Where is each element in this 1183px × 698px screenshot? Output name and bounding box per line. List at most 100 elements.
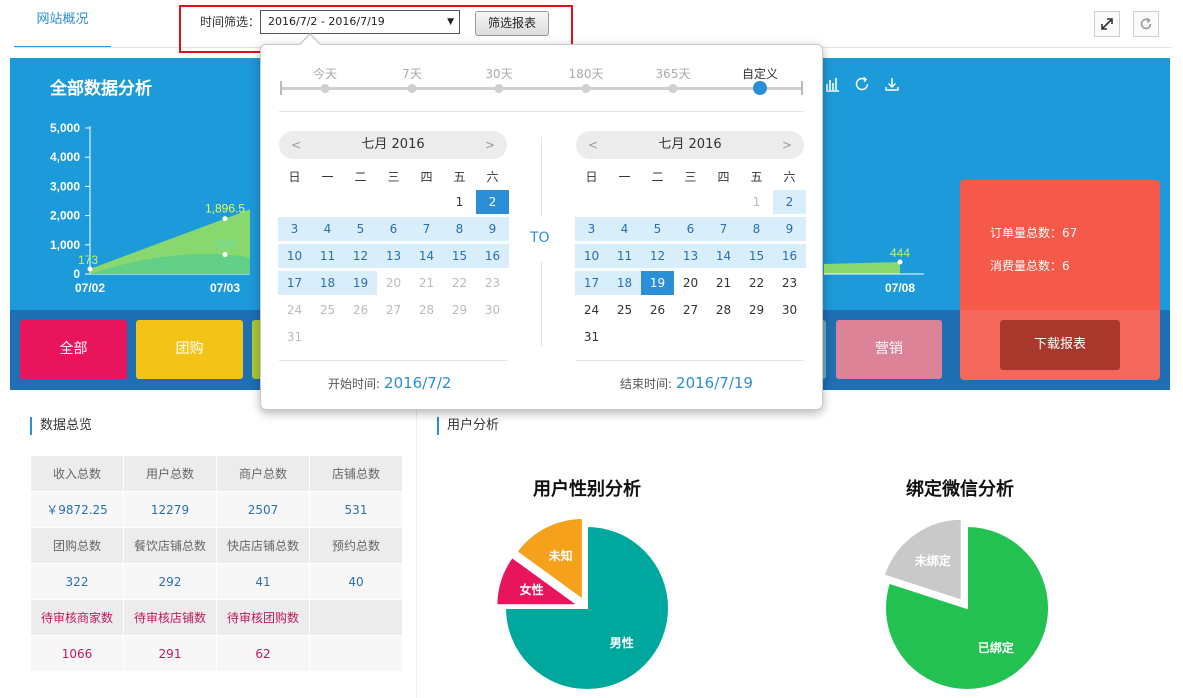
- refresh-page-button[interactable]: [1133, 11, 1159, 37]
- dashboard-page: 网站概况 时间筛选： 2016/7/2 - 2016/7/19 ▼ 筛选报表 全…: [0, 0, 1183, 698]
- calendar-day[interactable]: 20: [377, 271, 410, 295]
- calendar-day[interactable]: 5: [641, 217, 674, 241]
- range-slider-stop[interactable]: [320, 84, 330, 93]
- calendar-day[interactable]: 2: [476, 190, 509, 214]
- calendar-day[interactable]: 4: [608, 217, 641, 241]
- calendar-day[interactable]: 31: [575, 325, 608, 349]
- calendar-day[interactable]: 7: [410, 217, 443, 241]
- time-filter-label: 时间筛选：: [200, 15, 261, 29]
- start-next-month-button[interactable]: >: [485, 131, 495, 159]
- range-slider-handle[interactable]: [753, 81, 767, 95]
- calendar-day[interactable]: 15: [443, 244, 476, 268]
- calendar-day[interactable]: 25: [311, 298, 344, 322]
- bar-chart-icon[interactable]: [824, 76, 840, 92]
- download-icon[interactable]: [884, 76, 900, 92]
- calendar-day[interactable]: 28: [707, 298, 740, 322]
- calendar-day[interactable]: 2: [773, 190, 806, 214]
- tab-website-overview[interactable]: 网站概况: [14, 0, 111, 48]
- calendar-day[interactable]: 19: [641, 271, 674, 295]
- weekday-header: 五: [453, 170, 466, 184]
- category-groupbuy-button[interactable]: 团购: [136, 320, 243, 379]
- range-slider-stop[interactable]: [407, 84, 417, 93]
- end-time-label: 结束时间:: [620, 377, 673, 391]
- calendar-day[interactable]: 29: [443, 298, 476, 322]
- calendar-day[interactable]: 6: [674, 217, 707, 241]
- range-slider-stop[interactable]: [581, 84, 591, 93]
- range-preset-label[interactable]: 今天: [313, 65, 337, 82]
- range-preset-label[interactable]: 7天: [402, 65, 422, 82]
- pie-slice-label: 已绑定: [978, 640, 1014, 655]
- range-preset-label[interactable]: 自定义: [742, 65, 778, 82]
- weekday-header: 五: [750, 170, 763, 184]
- calendar-day[interactable]: 16: [773, 244, 806, 268]
- calendar-day[interactable]: 10: [278, 244, 311, 268]
- calendar-day[interactable]: 26: [641, 298, 674, 322]
- date-range-select[interactable]: 2016/7/2 - 2016/7/19 ▼: [260, 10, 460, 34]
- calendar-day[interactable]: 18: [311, 271, 344, 295]
- filter-report-button[interactable]: 筛选报表: [475, 11, 549, 36]
- calendar-day[interactable]: 8: [443, 217, 476, 241]
- calendar-day[interactable]: 3: [575, 217, 608, 241]
- calendar-day[interactable]: 16: [476, 244, 509, 268]
- calendar-day[interactable]: 14: [410, 244, 443, 268]
- calendar-day[interactable]: 28: [410, 298, 443, 322]
- category-marketing-button[interactable]: 营销: [836, 320, 942, 379]
- calendar-day[interactable]: 26: [344, 298, 377, 322]
- fullscreen-button[interactable]: [1094, 11, 1120, 37]
- range-preset-label[interactable]: 30天: [485, 65, 512, 82]
- stats-value-row: 1066 291 62: [30, 635, 403, 672]
- download-report-button[interactable]: 下载报表: [1000, 320, 1120, 370]
- calendar-day[interactable]: 18: [608, 271, 641, 295]
- calendar-day[interactable]: 22: [443, 271, 476, 295]
- category-all-button[interactable]: 全部: [20, 320, 127, 379]
- calendar-day[interactable]: 11: [311, 244, 344, 268]
- panel-title: 全部数据分析: [50, 79, 152, 99]
- range-slider-stop[interactable]: [494, 84, 504, 93]
- stat-label: 用户总数: [123, 455, 217, 492]
- calendar-day[interactable]: 24: [575, 298, 608, 322]
- stat-label: [309, 599, 403, 636]
- calendar-day[interactable]: 24: [278, 298, 311, 322]
- range-slider-track[interactable]: [281, 87, 802, 90]
- calendar-day[interactable]: 7: [707, 217, 740, 241]
- calendar-day[interactable]: 17: [575, 271, 608, 295]
- calendar-day[interactable]: 14: [707, 244, 740, 268]
- calendar-day[interactable]: 9: [773, 217, 806, 241]
- calendar-day[interactable]: 30: [476, 298, 509, 322]
- calendar-day[interactable]: 11: [608, 244, 641, 268]
- calendar-day[interactable]: 22: [740, 271, 773, 295]
- calendar-day[interactable]: 31: [278, 325, 311, 349]
- calendar-day[interactable]: 12: [344, 244, 377, 268]
- calendar-day[interactable]: 8: [740, 217, 773, 241]
- calendar-day[interactable]: 23: [773, 271, 806, 295]
- user-analysis-section-title: 用户分析: [437, 417, 499, 435]
- calendar-day[interactable]: 6: [377, 217, 410, 241]
- calendar-day[interactable]: 15: [740, 244, 773, 268]
- range-preset-label[interactable]: 180天: [569, 65, 604, 82]
- calendar-day[interactable]: 10: [575, 244, 608, 268]
- calendar-day[interactable]: 23: [476, 271, 509, 295]
- calendar-day[interactable]: 1: [740, 190, 773, 214]
- calendar-day[interactable]: 21: [707, 271, 740, 295]
- calendar-day[interactable]: 17: [278, 271, 311, 295]
- end-next-month-button[interactable]: >: [782, 131, 792, 159]
- calendar-day[interactable]: 13: [377, 244, 410, 268]
- calendar-day[interactable]: 29: [740, 298, 773, 322]
- calendar-day[interactable]: 9: [476, 217, 509, 241]
- range-preset-label[interactable]: 365天: [656, 65, 691, 82]
- calendar-day[interactable]: 30: [773, 298, 806, 322]
- calendar-day[interactable]: 27: [674, 298, 707, 322]
- calendar-day[interactable]: 5: [344, 217, 377, 241]
- calendar-day[interactable]: 27: [377, 298, 410, 322]
- calendar-day[interactable]: 13: [674, 244, 707, 268]
- calendar-day[interactable]: 4: [311, 217, 344, 241]
- refresh-icon[interactable]: [854, 76, 870, 92]
- calendar-day[interactable]: 1: [443, 190, 476, 214]
- calendar-day[interactable]: 3: [278, 217, 311, 241]
- calendar-day[interactable]: 12: [641, 244, 674, 268]
- calendar-day[interactable]: 19: [344, 271, 377, 295]
- calendar-day[interactable]: 25: [608, 298, 641, 322]
- range-slider-stop[interactable]: [668, 84, 678, 93]
- calendar-day[interactable]: 21: [410, 271, 443, 295]
- calendar-day[interactable]: 20: [674, 271, 707, 295]
